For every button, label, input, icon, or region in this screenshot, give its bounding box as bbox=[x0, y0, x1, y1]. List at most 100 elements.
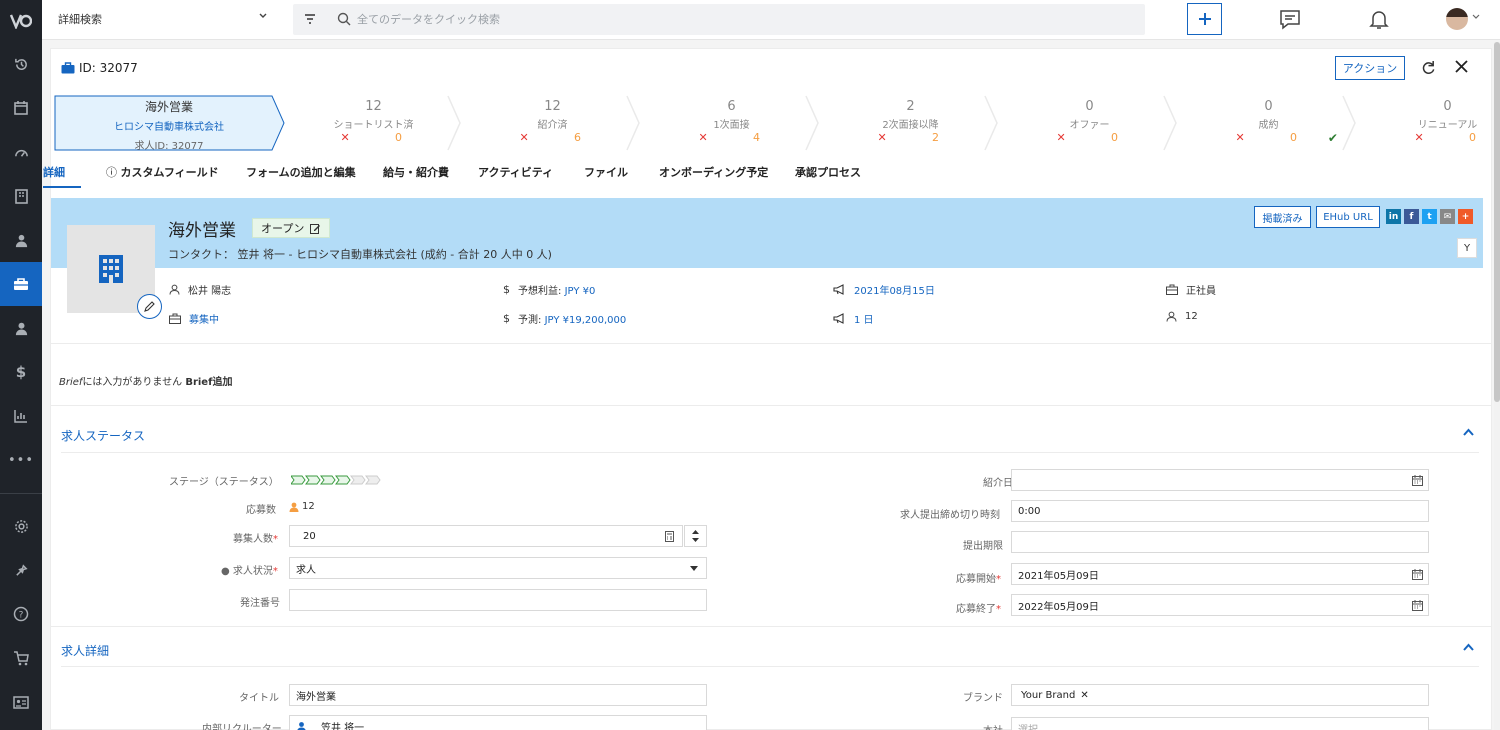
building-icon[interactable] bbox=[0, 174, 42, 218]
headcount-stepper[interactable] bbox=[684, 525, 707, 547]
reject-icon[interactable]: ✕ bbox=[1415, 131, 1424, 144]
job-id-label: ID: 32077 bbox=[79, 61, 138, 75]
pipeline-stage[interactable]: 0 リニューアル ✕ 0 ✔ bbox=[1365, 95, 1500, 151]
y-button[interactable]: Y bbox=[1457, 238, 1477, 258]
linkedin-icon[interactable]: in bbox=[1386, 209, 1401, 224]
pipeline-stage-rejected-count[interactable]: 0 bbox=[395, 131, 402, 144]
filter-icon[interactable] bbox=[303, 12, 317, 26]
search-type-select[interactable]: 詳細検索 bbox=[58, 11, 268, 29]
headcount-input[interactable]: 20 bbox=[289, 525, 683, 547]
reject-icon[interactable]: ✕ bbox=[341, 131, 350, 144]
pipeline-stage-count: 0 bbox=[1443, 99, 1452, 114]
reject-icon[interactable]: ✕ bbox=[699, 131, 708, 144]
dollar-icon[interactable]: $ bbox=[0, 350, 42, 394]
pipeline-stage[interactable]: 2 2次面接以降 ✕ 2 bbox=[828, 95, 993, 151]
report-icon[interactable] bbox=[0, 394, 42, 438]
facebook-icon[interactable]: f bbox=[1404, 209, 1419, 224]
forecast-value[interactable]: JPY ¥19,200,000 bbox=[545, 315, 627, 326]
recruiter-input[interactable]: 笠井 将一 bbox=[289, 715, 707, 730]
intro-date-input[interactable] bbox=[1011, 469, 1429, 491]
profit-value[interactable]: JPY ¥0 bbox=[565, 286, 596, 297]
pipeline-stage-rejected-count[interactable]: 2 bbox=[932, 131, 939, 144]
posting-date[interactable]: 2021年08月15日 bbox=[854, 282, 935, 297]
pipeline-stage-job[interactable]: 海外営業 ヒロシマ自動車株式会社 求人ID: 32077 bbox=[54, 95, 284, 152]
tab-files[interactable]: ファイル bbox=[584, 164, 628, 180]
briefcase-icon bbox=[61, 62, 75, 74]
history-icon[interactable] bbox=[0, 42, 42, 86]
close-icon[interactable] bbox=[1455, 60, 1468, 73]
pipeline-stage[interactable]: 0 オファー ✕ 0 bbox=[1007, 95, 1172, 151]
bell-icon[interactable] bbox=[1369, 9, 1389, 30]
more-icon[interactable]: ••• bbox=[0, 438, 42, 482]
scrollbar-thumb[interactable] bbox=[1494, 42, 1500, 402]
user-avatar[interactable] bbox=[1446, 8, 1468, 30]
apply-end-input[interactable]: 2022年05月09日 bbox=[1011, 594, 1429, 616]
tab-details[interactable]: 詳細 bbox=[43, 164, 65, 180]
settings-icon[interactable] bbox=[0, 504, 42, 548]
tab-custom-fields[interactable]: ⓘ カスタムフィールド bbox=[106, 164, 219, 180]
chat-icon[interactable] bbox=[1279, 9, 1301, 30]
quick-search-input[interactable] bbox=[357, 10, 1057, 29]
job-status-section-title[interactable]: 求人ステータス bbox=[61, 427, 145, 444]
job-state-select[interactable]: 求人 bbox=[289, 557, 707, 579]
reject-icon[interactable]: ✕ bbox=[1057, 131, 1066, 144]
calendar-icon[interactable] bbox=[0, 86, 42, 130]
status-badge[interactable]: オープン bbox=[252, 218, 331, 238]
add-button[interactable] bbox=[1187, 3, 1222, 35]
check-icon[interactable]: ✔ bbox=[1328, 131, 1338, 145]
days-open[interactable]: 1 日 bbox=[854, 311, 874, 326]
pipeline-stage[interactable]: 12 紹介済 ✕ 6 bbox=[470, 95, 635, 151]
jobs-icon[interactable] bbox=[0, 262, 42, 306]
deadline-time-input[interactable]: 0:00 bbox=[1011, 500, 1429, 522]
pipeline-stage-rejected-count[interactable]: 0 bbox=[1469, 131, 1476, 144]
reject-icon[interactable]: ✕ bbox=[878, 131, 887, 144]
edit-logo-button[interactable] bbox=[137, 294, 162, 319]
pipeline-stage[interactable]: 6 1次面接 ✕ 4 bbox=[649, 95, 814, 151]
tab-approval[interactable]: 承認プロセス bbox=[795, 164, 861, 180]
tab-forms[interactable]: フォームの追加と編集 bbox=[246, 164, 356, 180]
contacts-icon[interactable] bbox=[0, 218, 42, 262]
twitter-icon[interactable]: t bbox=[1422, 209, 1437, 224]
reject-icon[interactable]: ✕ bbox=[520, 131, 529, 144]
tab-activity[interactable]: アクティビティ bbox=[478, 164, 553, 180]
app-logo[interactable] bbox=[0, 0, 42, 42]
chevron-down-icon[interactable] bbox=[1472, 13, 1480, 21]
chevron-up-icon[interactable] bbox=[1463, 428, 1474, 436]
recruit-status[interactable]: 募集中 bbox=[189, 311, 219, 326]
pipeline-company[interactable]: ヒロシマ自動車株式会社 bbox=[54, 118, 284, 133]
tab-salary[interactable]: 給与・紹介費 bbox=[383, 164, 449, 180]
pipeline-stage-count: 6 bbox=[727, 99, 736, 114]
stage-progress-icon[interactable] bbox=[291, 475, 383, 485]
pipeline-stage[interactable]: 12 ショートリスト済 ✕ 0 bbox=[291, 95, 456, 151]
id-card-icon[interactable] bbox=[0, 680, 42, 724]
action-button[interactable]: アクション bbox=[1335, 56, 1405, 80]
hq-select[interactable]: 選択 bbox=[1011, 717, 1429, 730]
email-icon[interactable]: ✉ bbox=[1440, 209, 1455, 224]
pipeline-stage-rejected-count[interactable]: 4 bbox=[753, 131, 760, 144]
pipeline-stage-rejected-count[interactable]: 6 bbox=[574, 131, 581, 144]
dashboard-icon[interactable] bbox=[0, 130, 42, 174]
tools-icon[interactable] bbox=[0, 548, 42, 592]
pipeline-stage-rejected-count[interactable]: 0 bbox=[1111, 131, 1118, 144]
scrollbar[interactable] bbox=[1494, 42, 1500, 730]
add-brief-link[interactable]: Brief追加 bbox=[185, 377, 232, 388]
share-plus-icon[interactable]: + bbox=[1458, 209, 1473, 224]
pipeline-stage-rejected-count[interactable]: 0 bbox=[1290, 131, 1297, 144]
reject-icon[interactable]: ✕ bbox=[1236, 131, 1245, 144]
posted-button[interactable]: 掲載済み bbox=[1254, 206, 1311, 228]
cart-icon[interactable] bbox=[0, 636, 42, 680]
help-icon[interactable]: ? bbox=[0, 592, 42, 636]
order-number-input[interactable] bbox=[289, 589, 707, 611]
deadline-input[interactable] bbox=[1011, 531, 1429, 553]
remove-tag-icon[interactable]: ✕ bbox=[1080, 690, 1088, 701]
title-input[interactable]: 海外営業 bbox=[289, 684, 707, 706]
tab-onboarding[interactable]: オンボーディング予定 bbox=[659, 164, 768, 180]
apply-start-input[interactable]: 2021年05月09日 bbox=[1011, 563, 1429, 585]
brand-select[interactable]: Your Brand ✕ bbox=[1011, 684, 1429, 706]
refresh-icon[interactable] bbox=[1421, 60, 1436, 75]
candidates-icon[interactable] bbox=[0, 306, 42, 350]
chevron-up-icon[interactable] bbox=[1463, 643, 1474, 651]
pipeline-stage[interactable]: 0 成約 ✕ 0 ✔ bbox=[1186, 95, 1351, 151]
ehub-url-button[interactable]: EHub URL bbox=[1316, 206, 1380, 228]
job-detail-section-title[interactable]: 求人詳細 bbox=[61, 642, 109, 659]
